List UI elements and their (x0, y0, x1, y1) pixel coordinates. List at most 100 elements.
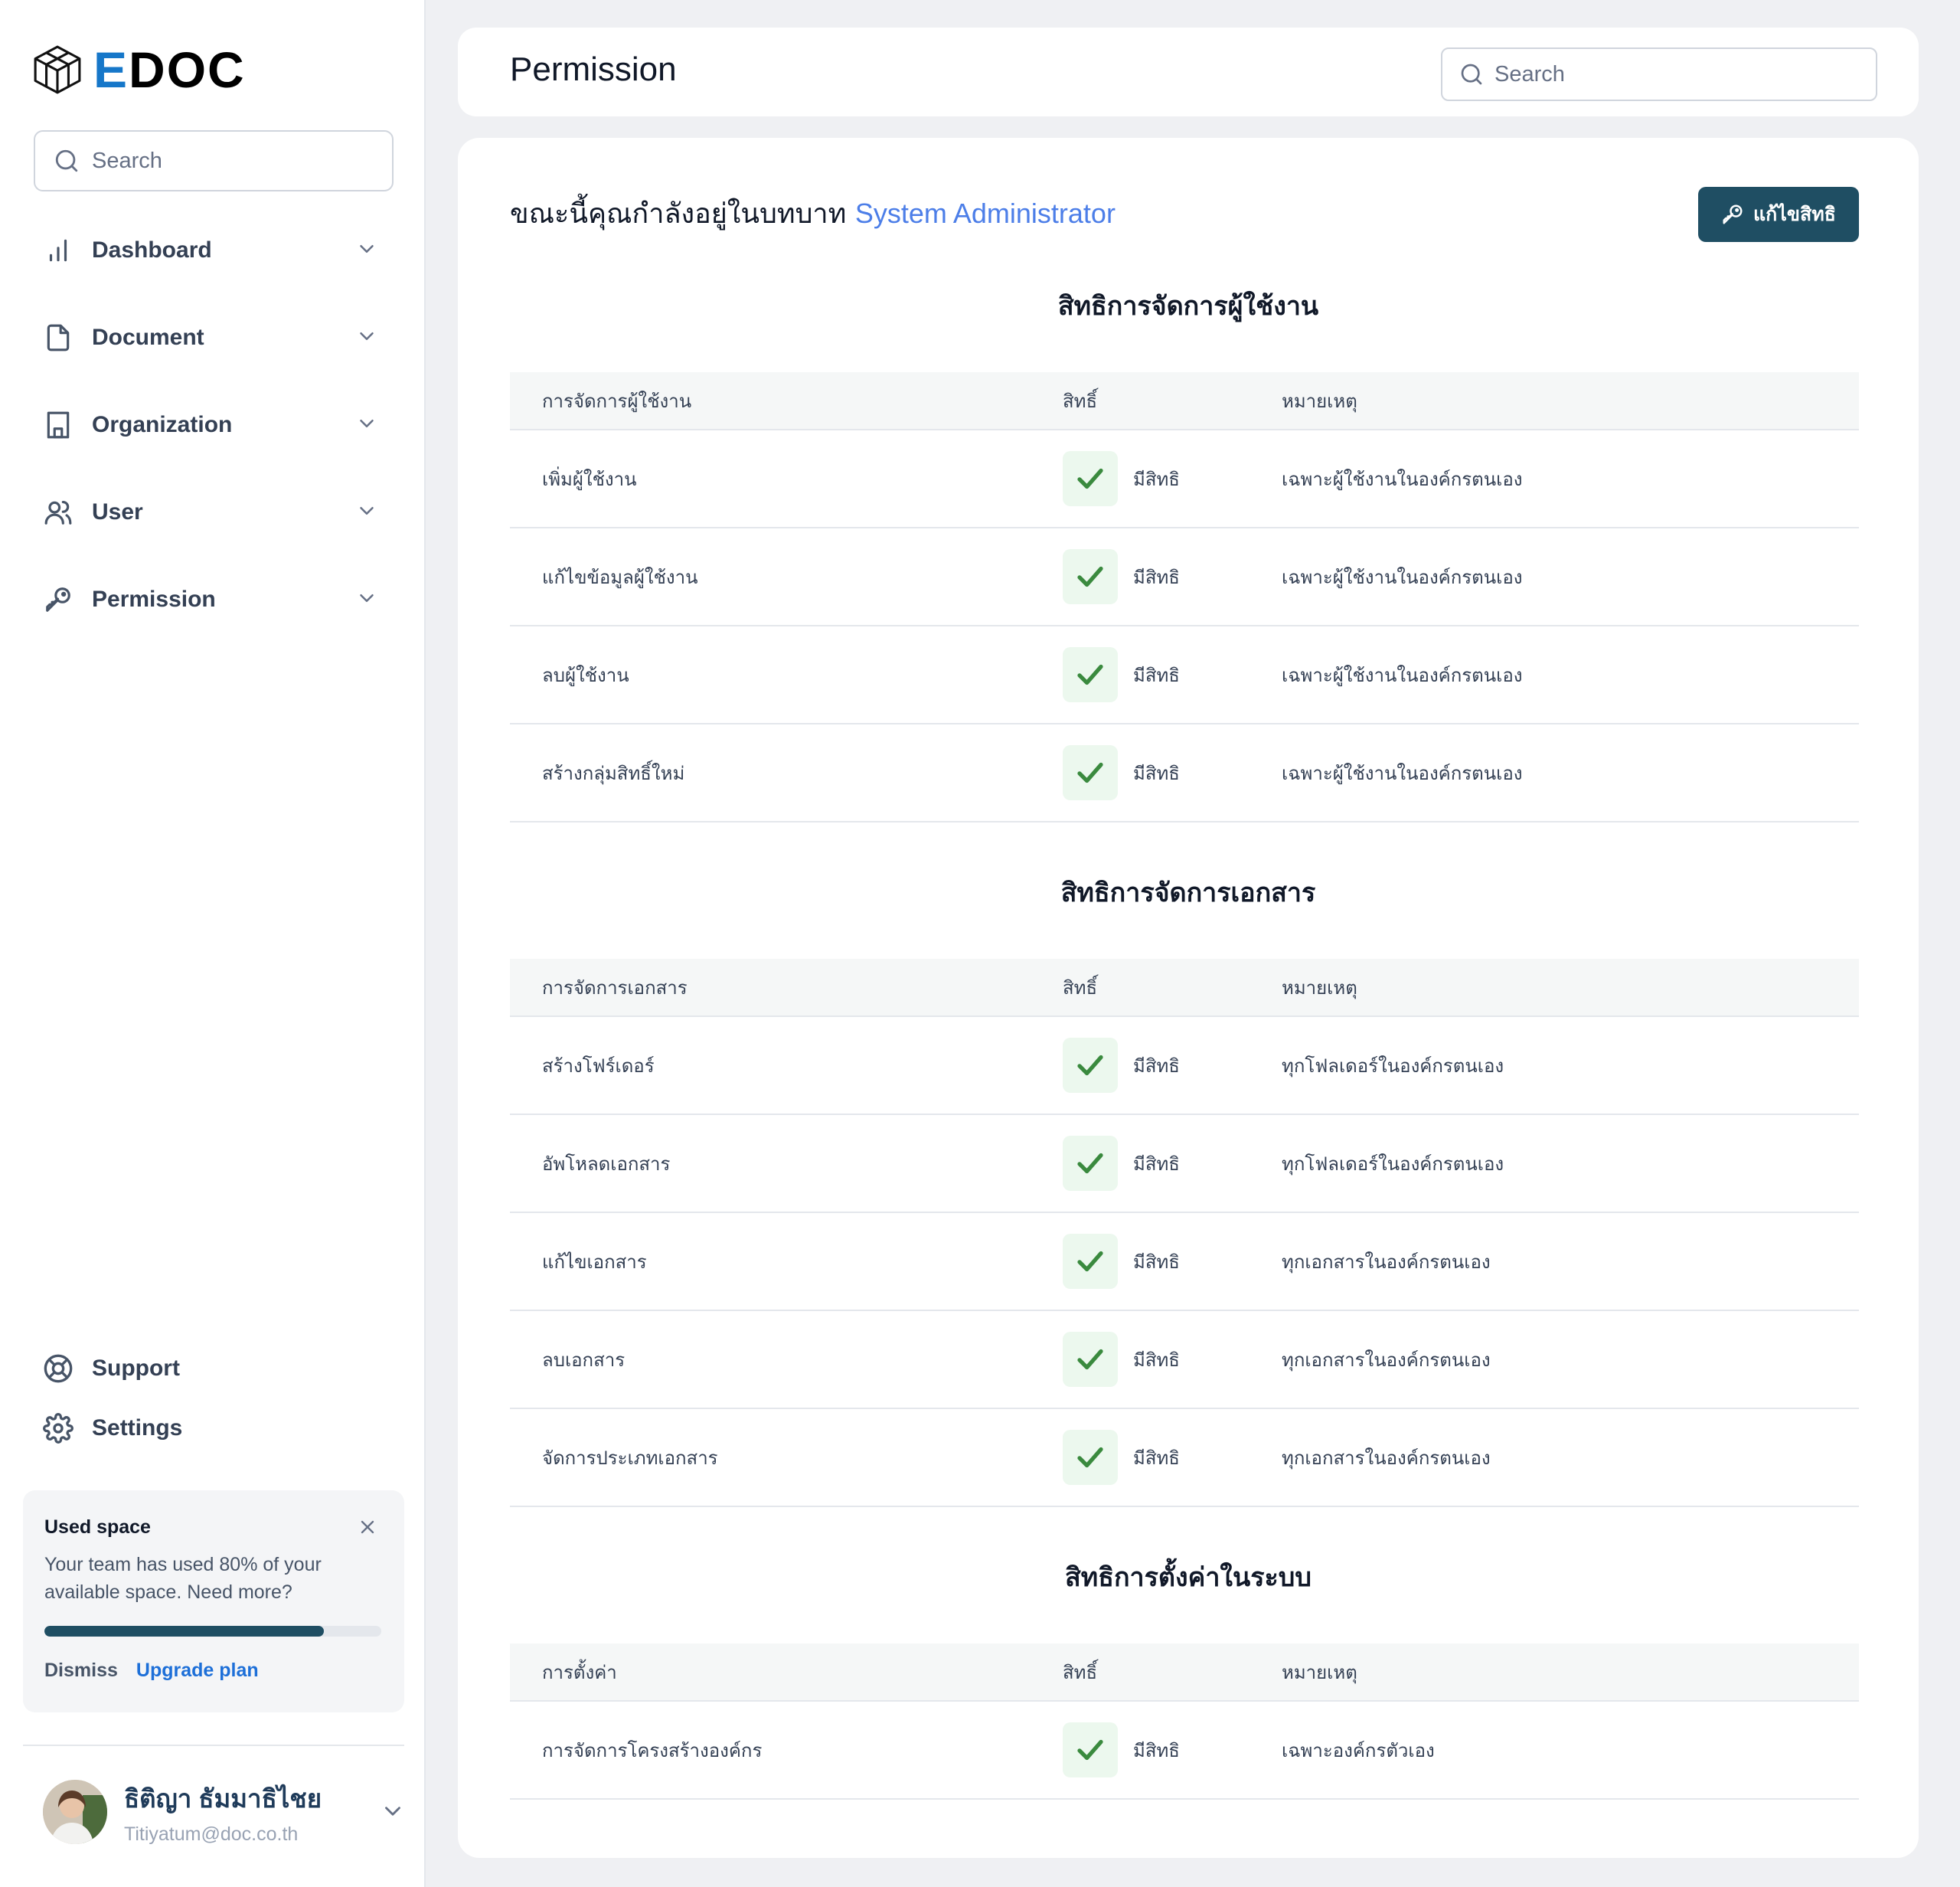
gear-icon (41, 1411, 75, 1445)
chevron-down-icon[interactable] (380, 1798, 406, 1824)
profile-email: Titiyatum@doc.co.th (124, 1823, 299, 1845)
permission-note: เฉพาะองค์กรตัวเอง (1282, 1739, 1435, 1761)
check-icon (1063, 549, 1118, 604)
logo-wordmark: EDOC (93, 41, 246, 98)
chevron-down-icon[interactable] (355, 499, 378, 522)
chevron-down-icon[interactable] (355, 325, 378, 348)
user-profile[interactable]: ธิติญา ธัมมาธิไชย Titiyatum@doc.co.th (43, 1778, 322, 1846)
permission-status: มีสิทธิ (1133, 664, 1180, 686)
system-settings-table: การตั้งค่า สิทธิ์ หมายเหตุ การจัดการโครง… (510, 1643, 1859, 1800)
permission-status: มีสิทธิ (1133, 566, 1180, 588)
permission-note: ทุกโฟลเดอร์ในองค์กรตนเอง (1282, 1153, 1504, 1175)
users-icon (41, 495, 75, 529)
check-icon (1063, 1430, 1118, 1485)
sidebar-item-label: User (92, 499, 143, 525)
permission-note: ทุกโฟลเดอร์ในองค์กรตนเอง (1282, 1055, 1504, 1077)
app-logo[interactable]: EDOC (32, 44, 246, 95)
table-row: เพิ่มผู้ใช้งาน มีสิทธิ เฉพาะผู้ใช้งานในอ… (510, 430, 1859, 528)
search-icon (1461, 64, 1482, 85)
sidebar-divider (23, 1745, 404, 1746)
close-icon[interactable] (357, 1516, 378, 1538)
used-space-title: Used space (44, 1516, 151, 1538)
sidebar-item-document[interactable]: Document (34, 294, 394, 381)
permission-name: เพิ่มผู้ใช้งาน (542, 468, 637, 490)
column-header: การตั้งค่า (542, 1661, 617, 1683)
header-search-input[interactable]: Search (1441, 47, 1877, 101)
check-icon (1063, 1136, 1118, 1191)
permission-name: ลบเอกสาร (542, 1349, 626, 1371)
avatar (43, 1780, 107, 1844)
check-icon (1063, 647, 1118, 702)
sidebar-item-support[interactable]: Support (34, 1339, 394, 1398)
search-icon (55, 149, 78, 172)
profile-name: ธิติญา ธัมมาธิไชย (124, 1784, 322, 1813)
role-prefix: ขณะนี้คุณกำลังอยู่ในบทบาท (510, 198, 847, 230)
page-title: Permission (510, 51, 677, 88)
edit-permission-label: แก้ไขสิทธิ (1753, 203, 1836, 225)
sidebar-item-label: Settings (92, 1415, 183, 1441)
column-header: สิทธิ์ (1063, 976, 1098, 999)
cube-logo-icon (34, 45, 81, 94)
permission-name: อัพโหลดเอกสาร (542, 1153, 671, 1175)
table-row: แก้ไขเอกสาร มีสิทธิ ทุกเอกสารในองค์กรตนเ… (510, 1213, 1859, 1311)
permission-status: มีสิทธิ (1133, 1447, 1180, 1469)
document-management-table: การจัดการเอกสาร สิทธิ์ หมายเหตุ สร้างโฟร… (510, 959, 1859, 1507)
upgrade-plan-button[interactable]: Upgrade plan (136, 1660, 259, 1682)
role-name: System Administrator (854, 198, 1116, 229)
life-buoy-icon (41, 1352, 75, 1385)
permission-content: ขณะนี้คุณกำลังอยู่ในบทบาท System Adminis… (458, 138, 1919, 1858)
check-icon (1063, 745, 1118, 800)
permission-name: แก้ไขเอกสาร (542, 1251, 647, 1273)
sidebar-item-dashboard[interactable]: Dashboard (34, 207, 394, 294)
sidebar-search-input[interactable]: Search (34, 130, 394, 191)
column-header: การจัดการผู้ใช้งาน (542, 390, 692, 412)
edit-permission-button[interactable]: แก้ไขสิทธิ (1698, 187, 1859, 242)
sidebar-bottom-nav: Support Settings (34, 1339, 394, 1458)
table-row: อัพโหลดเอกสาร มีสิทธิ ทุกโฟลเดอร์ในองค์ก… (510, 1115, 1859, 1213)
sidebar-item-label: Support (92, 1356, 180, 1381)
user-management-table: การจัดการผู้ใช้งาน สิทธิ์ หมายเหตุ เพิ่ม… (510, 372, 1859, 822)
column-header: หมายเหตุ (1282, 1661, 1357, 1683)
sidebar-item-label: Permission (92, 587, 216, 612)
used-space-progress-fill (44, 1626, 325, 1637)
section-title-document-management: สิทธิการจัดการเอกสาร (1060, 878, 1316, 908)
permission-note: ทุกเอกสารในองค์กรตนเอง (1282, 1349, 1491, 1371)
bar-chart-icon (41, 234, 75, 267)
header-search-placeholder: Search (1494, 61, 1565, 87)
current-role-line: ขณะนี้คุณกำลังอยู่ในบทบาท System Adminis… (510, 191, 1116, 235)
permission-note: เฉพาะผู้ใช้งานในองค์กรตนเอง (1282, 664, 1523, 686)
used-space-progress (44, 1626, 381, 1637)
page-header: Permission Search (458, 28, 1919, 116)
table-header: การจัดการผู้ใช้งาน สิทธิ์ หมายเหตุ (510, 372, 1859, 430)
section-title-system-settings: สิทธิการตั้งค่าในระบบ (1065, 1562, 1312, 1593)
check-icon (1063, 451, 1118, 506)
check-icon (1063, 1722, 1118, 1777)
table-row: ลบเอกสาร มีสิทธิ ทุกเอกสารในองค์กรตนเอง (510, 1311, 1859, 1409)
permission-name: การจัดการโครงสร้างองค์กร (542, 1739, 763, 1761)
chevron-down-icon[interactable] (355, 587, 378, 610)
sidebar-item-label: Document (92, 325, 204, 350)
chevron-down-icon[interactable] (355, 412, 378, 435)
permission-note: ทุกเอกสารในองค์กรตนเอง (1282, 1447, 1491, 1469)
sidebar-item-organization[interactable]: Organization (34, 381, 394, 469)
permission-note: เฉพาะผู้ใช้งานในองค์กรตนเอง (1282, 566, 1523, 588)
sidebar-item-permission[interactable]: Permission (34, 556, 394, 643)
sidebar-item-settings[interactable]: Settings (34, 1398, 394, 1458)
column-header: หมายเหตุ (1282, 976, 1357, 999)
sidebar-item-user[interactable]: User (34, 469, 394, 556)
column-header: การจัดการเอกสาร (542, 976, 688, 999)
check-icon (1063, 1038, 1118, 1093)
permission-name: จัดการประเภทเอกสาร (542, 1447, 718, 1469)
table-header: การตั้งค่า สิทธิ์ หมายเหตุ (510, 1643, 1859, 1702)
chevron-down-icon[interactable] (355, 237, 378, 260)
permission-status: มีสิทธิ (1133, 468, 1180, 490)
dismiss-button[interactable]: Dismiss (44, 1660, 118, 1682)
permission-name: สร้างโฟร์เดอร์ (542, 1055, 655, 1077)
table-row: จัดการประเภทเอกสาร มีสิทธิ ทุกเอกสารในอง… (510, 1409, 1859, 1507)
sidebar-item-label: Organization (92, 412, 233, 437)
permission-name: แก้ไขข้อมูลผู้ใช้งาน (542, 566, 698, 588)
table-row: สร้างกลุ่มสิทธิ์ใหม่ มีสิทธิ เฉพาะผู้ใช้… (510, 724, 1859, 822)
permission-status: มีสิทธิ (1133, 1349, 1180, 1371)
table-row: แก้ไขข้อมูลผู้ใช้งาน มีสิทธิ เฉพาะผู้ใช้… (510, 528, 1859, 626)
sidebar-search-placeholder: Search (92, 148, 162, 173)
